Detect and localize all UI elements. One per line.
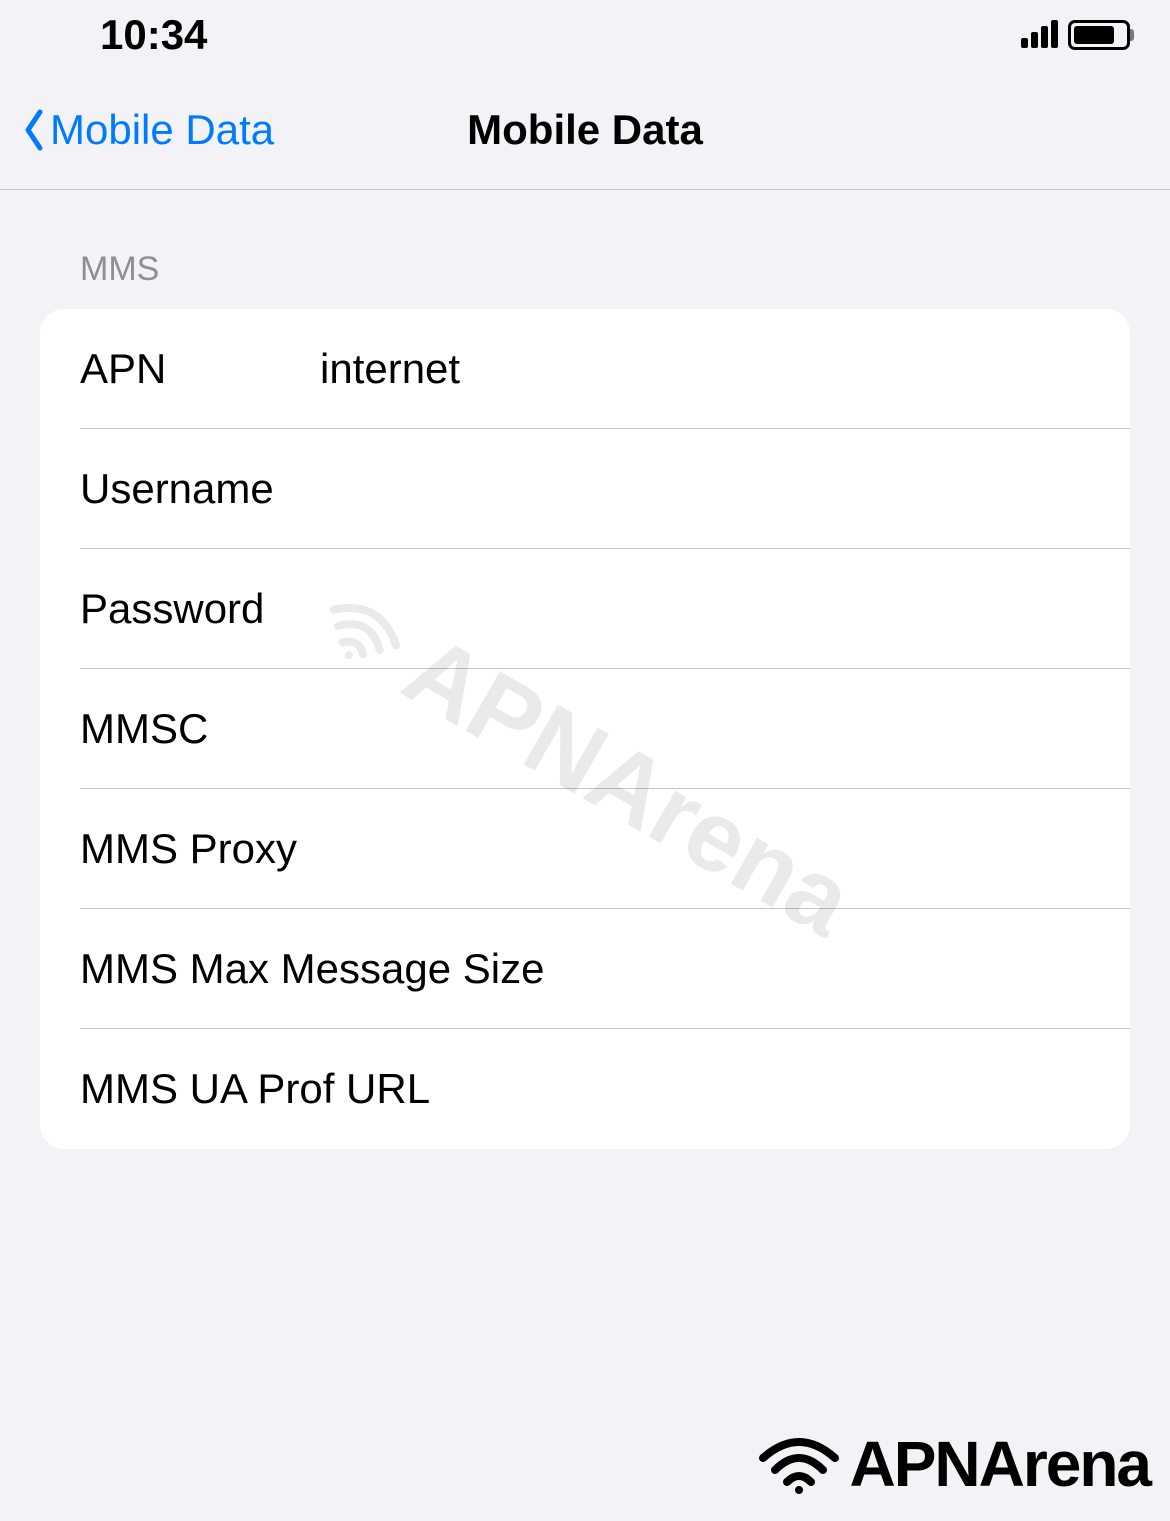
page-title: Mobile Data <box>467 106 703 154</box>
settings-row-apn[interactable]: APN <box>40 309 1130 429</box>
row-label-password: Password <box>80 585 320 633</box>
username-field[interactable] <box>320 465 1090 513</box>
status-icons <box>1021 20 1130 50</box>
password-field[interactable] <box>320 585 1090 633</box>
row-label-mms-max-size: MMS Max Message Size <box>80 945 544 993</box>
back-label: Mobile Data <box>50 106 274 154</box>
settings-row-mms-max-size[interactable]: MMS Max Message Size <box>40 909 1130 1029</box>
content-area: MMS APN Username Password MMSC MMS Proxy… <box>0 190 1170 1149</box>
nav-bar: Mobile Data Mobile Data <box>0 70 1170 190</box>
row-label-username: Username <box>80 465 320 513</box>
back-button[interactable]: Mobile Data <box>0 106 274 154</box>
row-label-mmsc: MMSC <box>80 705 320 753</box>
mmsc-field[interactable] <box>320 705 1090 753</box>
section-header: MMS <box>40 250 1130 309</box>
wifi-icon <box>759 1434 839 1494</box>
settings-row-password[interactable]: Password <box>40 549 1130 669</box>
battery-icon <box>1068 20 1130 50</box>
signal-icon <box>1021 22 1058 48</box>
settings-group: APN Username Password MMSC MMS Proxy MMS… <box>40 309 1130 1149</box>
mms-proxy-field[interactable] <box>320 825 1090 873</box>
settings-row-mms-ua-prof[interactable]: MMS UA Prof URL <box>40 1029 1130 1149</box>
status-bar: 10:34 <box>0 0 1170 70</box>
status-time: 10:34 <box>100 11 207 59</box>
logo: APNArena <box>759 1427 1150 1501</box>
settings-row-username[interactable]: Username <box>40 429 1130 549</box>
logo-text: APNArena <box>849 1427 1150 1501</box>
chevron-left-icon <box>20 108 48 152</box>
settings-row-mms-proxy[interactable]: MMS Proxy <box>40 789 1130 909</box>
mms-max-size-field[interactable] <box>544 945 1090 993</box>
settings-row-mmsc[interactable]: MMSC <box>40 669 1130 789</box>
row-label-apn: APN <box>80 345 320 393</box>
row-label-mms-proxy: MMS Proxy <box>80 825 320 873</box>
apn-field[interactable] <box>320 345 1090 393</box>
mms-ua-prof-field[interactable] <box>430 1065 1090 1113</box>
row-label-mms-ua-prof: MMS UA Prof URL <box>80 1065 430 1113</box>
